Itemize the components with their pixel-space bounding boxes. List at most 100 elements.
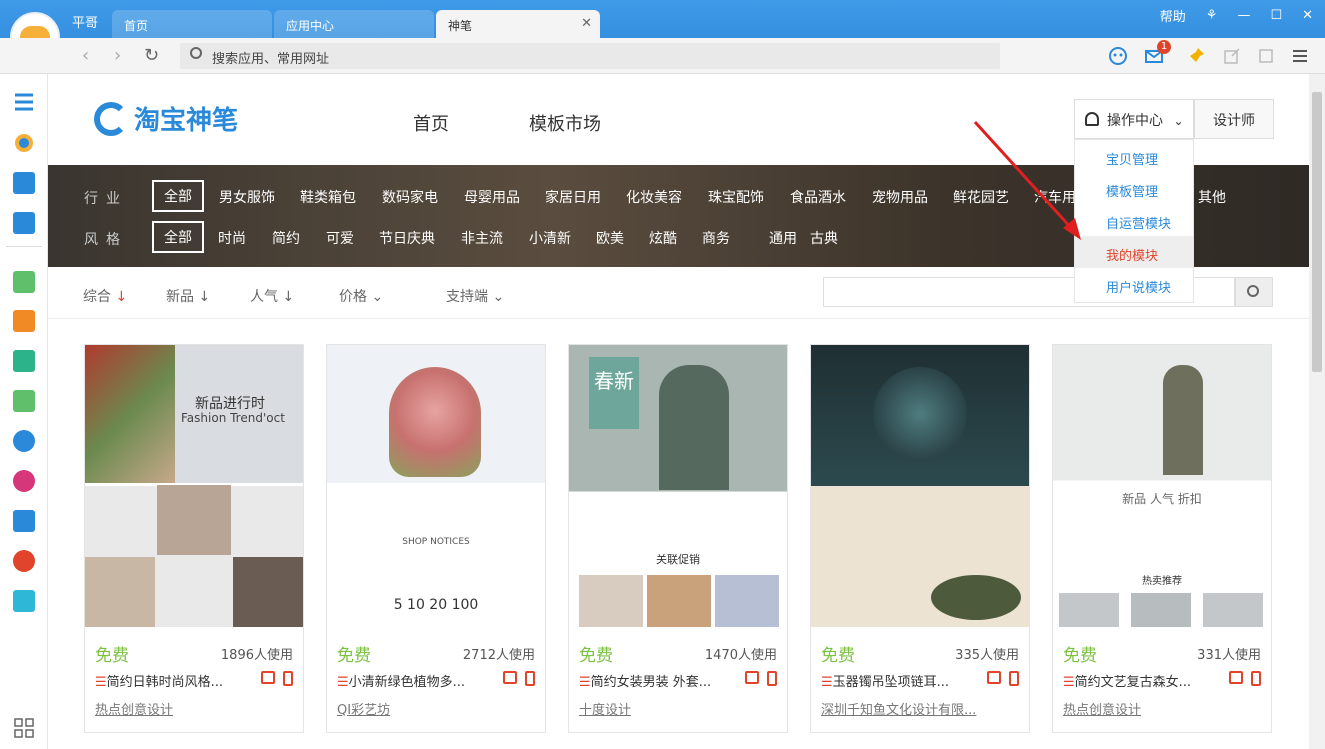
contacts-app-icon[interactable]	[13, 350, 35, 372]
pinwheel-icon[interactable]	[13, 132, 35, 154]
sort-price[interactable]: 价格 ⌄	[339, 286, 383, 306]
template-thumbnail[interactable]: 新品进行时 Fashion Trend'oct	[85, 345, 303, 627]
tab-home[interactable]: 首页	[112, 10, 272, 38]
chart-app-icon[interactable]	[13, 271, 35, 293]
list-icon[interactable]	[13, 91, 35, 113]
e-app-icon[interactable]	[13, 470, 35, 492]
industry-label: 行业	[84, 191, 128, 207]
coupon-app-icon[interactable]	[13, 550, 35, 572]
tab-label: 首页	[124, 19, 149, 33]
industry-filter-chip[interactable]: 数码家电	[382, 187, 438, 207]
page-scrollbar[interactable]	[1309, 74, 1325, 749]
scrollbar-thumb[interactable]	[1312, 92, 1322, 372]
industry-filter-chip[interactable]: 家居日用	[545, 187, 601, 207]
sort-platform[interactable]: 支持端 ⌄	[446, 286, 504, 306]
menu-icon[interactable]	[1290, 46, 1310, 66]
designer-button[interactable]: 设计师	[1194, 99, 1274, 139]
photo-app-icon[interactable]	[13, 310, 35, 332]
photo-tile	[157, 485, 231, 555]
style-filter-chip[interactable]: 全部	[152, 221, 204, 253]
style-filter-chip[interactable]: 可爱	[326, 228, 354, 248]
template-thumbnail[interactable]: 春新 关联促销	[569, 345, 787, 627]
card-title[interactable]: ☰玉器镯吊坠项链耳...	[821, 671, 971, 690]
forward-icon[interactable]: ›	[114, 45, 121, 66]
author-link[interactable]: 热点创意设计	[1063, 699, 1141, 718]
style-filter-chip[interactable]: 时尚	[218, 228, 246, 248]
nav-template-market[interactable]: 模板市场	[529, 110, 601, 136]
author-link[interactable]: 十度设计	[579, 699, 631, 718]
template-card[interactable]: SHOP NOTICES 5 10 20 100 免费 2712人使用 ☰小清新…	[326, 344, 546, 733]
card-title[interactable]: ☰小清新绿色植物多...	[337, 671, 487, 690]
sort-new[interactable]: 新品 ↓	[166, 286, 210, 306]
search-button[interactable]	[1235, 277, 1273, 307]
card-title[interactable]: ☰简约文艺复古森女...	[1063, 671, 1213, 690]
style-filter-chip[interactable]: 古典	[810, 228, 838, 248]
industry-filter-chip[interactable]: 其他	[1198, 187, 1226, 207]
menu-item-user-voice[interactable]: 用户说模块	[1075, 268, 1193, 300]
model-photo	[659, 365, 729, 490]
skin-icon[interactable]: ⚘	[1206, 8, 1218, 23]
gauge-app-icon[interactable]	[13, 430, 35, 452]
tab-app-center[interactable]: 应用中心	[274, 10, 434, 38]
template-thumbnail[interactable]: SHOP NOTICES 5 10 20 100	[327, 345, 545, 627]
style-filter-chip[interactable]: 小清新	[529, 228, 571, 248]
app-grid-icon[interactable]	[13, 717, 35, 739]
site-logo[interactable]: 淘宝神笔	[94, 100, 238, 137]
operation-center-label: 操作中心	[1107, 113, 1163, 129]
price-label: 免费	[821, 646, 855, 666]
share-icon[interactable]	[1222, 46, 1242, 66]
mobile-icon	[283, 671, 293, 686]
industry-filter-chip[interactable]: 全部	[152, 180, 204, 212]
mobile-icon	[767, 671, 777, 686]
robot-icon[interactable]	[1108, 46, 1128, 66]
window-icon[interactable]	[1256, 46, 1276, 66]
template-card[interactable]: 春新 关联促销 免费 1470人使用 ☰简约女装男装 外套... 十度设计	[568, 344, 788, 733]
industry-filter-chip[interactable]: 化妆美容	[626, 187, 682, 207]
mobile-icon	[525, 671, 535, 686]
price-label: 免费	[579, 646, 613, 666]
industry-filter-chip[interactable]: 男女服饰	[219, 187, 275, 207]
style-filter-chip[interactable]: 欧美	[596, 228, 624, 248]
thumb-text: SHOP NOTICES	[402, 537, 470, 547]
mobile-menu-icon: ☰	[579, 675, 591, 690]
close-window-icon[interactable]: ✕	[1302, 8, 1313, 23]
style-filter-chip[interactable]: 商务	[702, 228, 730, 248]
nav-home[interactable]: 首页	[413, 110, 449, 136]
maximize-icon[interactable]: ☐	[1270, 8, 1282, 23]
style-filter-chip[interactable]: 非主流	[461, 228, 503, 248]
back-icon[interactable]: ‹	[82, 45, 89, 66]
template-card[interactable]: 免费 335人使用 ☰玉器镯吊坠项链耳... 深圳千知鱼文化设计有限...	[810, 344, 1030, 733]
industry-filter-chip[interactable]: 食品酒水	[790, 187, 846, 207]
card-title[interactable]: ☰简约女装男装 外套...	[579, 671, 729, 690]
card-icon[interactable]	[13, 212, 35, 234]
industry-filter-chip[interactable]: 珠宝配饰	[708, 187, 764, 207]
template-thumbnail[interactable]: 新品 人气 折扣 热卖推荐	[1053, 345, 1271, 627]
calendar-app-icon[interactable]	[13, 390, 35, 412]
industry-filter-chip[interactable]: 母婴用品	[464, 187, 520, 207]
style-filter-chip[interactable]: 简约	[272, 228, 300, 248]
card-title[interactable]: ☰简约日韩时尚风格...	[95, 671, 245, 690]
sort-popular[interactable]: 人气 ↓	[250, 286, 294, 306]
template-card[interactable]: 新品 人气 折扣 热卖推荐 免费 331人使用 ☰简约文艺复古森女... 热点创…	[1052, 344, 1272, 733]
author-link[interactable]: 深圳千知鱼文化设计有限...	[821, 699, 976, 718]
sort-comprehensive[interactable]: 综合 ↓	[83, 286, 127, 306]
author-link[interactable]: 热点创意设计	[95, 699, 173, 718]
author-link[interactable]: QI彩艺坊	[337, 699, 390, 718]
style-filter-chip[interactable]: 通用	[769, 228, 797, 248]
template-card[interactable]: 新品进行时 Fashion Trend'oct 免费 1896人使用 ☰简约日韩…	[84, 344, 304, 733]
pin-icon[interactable]	[1186, 46, 1206, 66]
bag-icon[interactable]	[13, 172, 35, 194]
send-app-icon[interactable]	[13, 510, 35, 532]
close-icon[interactable]: ✕	[581, 16, 592, 31]
minimize-icon[interactable]: —	[1237, 8, 1250, 23]
url-input[interactable]: 搜索应用、常用网址	[180, 43, 1000, 69]
industry-filter-chip[interactable]: 宠物用品	[872, 187, 928, 207]
refresh-icon[interactable]: ↻	[144, 45, 159, 66]
industry-filter-chip[interactable]: 鞋类箱包	[300, 187, 356, 207]
help-link[interactable]: 帮助	[1160, 6, 1186, 25]
tab-shenbi[interactable]: 神笔 ✕	[436, 10, 600, 38]
template-thumbnail[interactable]	[811, 345, 1029, 627]
chat-app-icon[interactable]	[13, 590, 35, 612]
style-filter-chip[interactable]: 炫酷	[649, 228, 677, 248]
style-filter-chip[interactable]: 节日庆典	[379, 228, 435, 248]
